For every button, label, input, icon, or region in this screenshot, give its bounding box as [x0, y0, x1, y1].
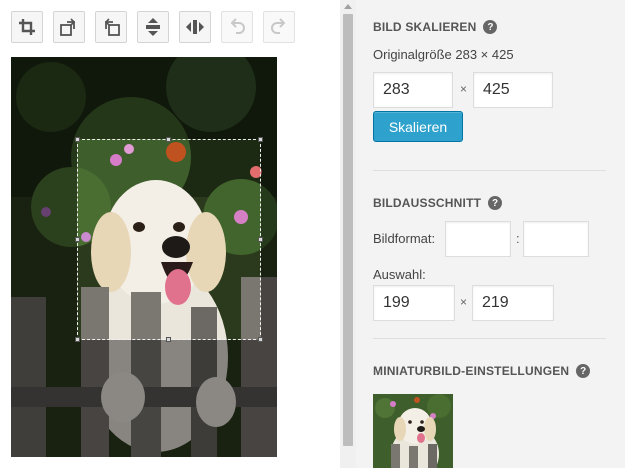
crop-shade-left	[11, 139, 77, 340]
redo-icon	[271, 18, 286, 34]
scale-help-icon[interactable]: ?	[483, 20, 498, 34]
thumbnail-section-title: MINIATURBILD-EINSTELLUNGEN ?	[373, 364, 591, 378]
crop-section-title: BILDAUSSCHNITT ?	[373, 196, 503, 210]
scrollbar-thumb[interactable]	[343, 14, 353, 446]
section-divider	[373, 338, 606, 339]
rotate-left-icon	[60, 18, 76, 36]
selection-width-input[interactable]: 199	[373, 285, 455, 321]
flip-vertical-icon	[146, 18, 160, 36]
scale-width-input[interactable]: 283	[373, 72, 453, 108]
thumbnail-preview	[373, 394, 453, 468]
image-crop-canvas[interactable]	[11, 57, 277, 457]
rotate-right-icon	[104, 18, 120, 36]
crop-handle-n[interactable]	[166, 137, 171, 142]
flip-vertical-button[interactable]	[137, 11, 169, 43]
scale-times-sign: ×	[460, 82, 468, 96]
crop-help-icon[interactable]: ?	[488, 196, 503, 210]
crop-handle-ne[interactable]	[258, 137, 263, 142]
crop-shade-top	[11, 57, 277, 139]
vertical-scrollbar[interactable]	[340, 0, 356, 468]
crop-button[interactable]	[11, 11, 43, 43]
scale-height-input[interactable]: 425	[473, 72, 553, 108]
crop-handle-nw[interactable]	[75, 137, 80, 142]
selection-times-sign: ×	[460, 295, 468, 309]
scale-title-text: BILD SKALIEREN	[373, 20, 477, 34]
crop-handle-e[interactable]	[258, 237, 263, 242]
scale-button[interactable]: Skalieren	[373, 111, 463, 142]
rotate-left-button[interactable]	[53, 11, 85, 43]
crop-icon	[19, 19, 35, 35]
undo-button[interactable]	[221, 11, 253, 43]
thumbnail-image	[373, 394, 453, 468]
redo-button[interactable]	[263, 11, 295, 43]
crop-handle-sw[interactable]	[75, 337, 80, 342]
crop-handle-se[interactable]	[258, 337, 263, 342]
crop-handle-w[interactable]	[75, 237, 80, 242]
image-settings-panel: BILD SKALIEREN ? Originalgröße 283 × 425…	[356, 0, 625, 468]
aspect-width-input[interactable]	[445, 221, 511, 257]
selection-height-input[interactable]: 219	[472, 285, 554, 321]
scroll-up-arrow[interactable]	[340, 0, 356, 12]
scale-section-title: BILD SKALIEREN ?	[373, 20, 498, 34]
selection-label: Auswahl:	[373, 267, 426, 282]
flip-horizontal-button[interactable]	[179, 11, 211, 43]
thumbnail-title-text: MINIATURBILD-EINSTELLUNGEN	[373, 364, 570, 378]
scroll-up-icon	[344, 3, 352, 9]
aspect-colon: :	[516, 231, 520, 246]
crop-selection[interactable]	[75, 137, 263, 342]
crop-shade-bottom	[11, 340, 277, 457]
aspect-height-input[interactable]	[523, 221, 589, 257]
flip-horizontal-icon	[186, 20, 204, 34]
thumbnail-help-icon[interactable]: ?	[576, 364, 591, 378]
aspect-ratio-label: Bildformat:	[373, 231, 436, 246]
crop-title-text: BILDAUSSCHNITT	[373, 196, 482, 210]
crop-shade-right	[261, 139, 277, 340]
section-divider	[373, 170, 606, 171]
undo-icon	[230, 18, 245, 34]
original-size-text: Originalgröße 283 × 425	[373, 47, 514, 62]
crop-handle-s[interactable]	[166, 337, 171, 342]
rotate-right-button[interactable]	[95, 11, 127, 43]
